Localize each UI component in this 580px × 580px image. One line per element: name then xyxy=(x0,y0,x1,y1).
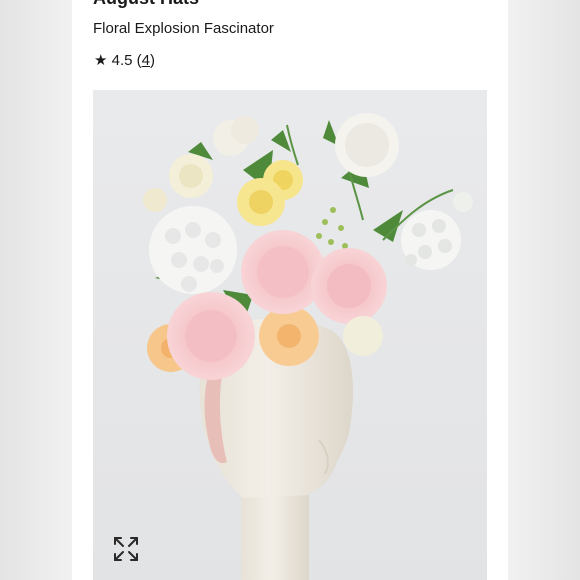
brand-name[interactable]: August Hats xyxy=(93,0,199,9)
left-background-panel xyxy=(0,0,72,580)
review-count-link[interactable]: (4) xyxy=(137,52,155,69)
product-image[interactable] xyxy=(93,90,487,580)
fascinator-photo xyxy=(93,90,487,580)
rating-value: 4.5 xyxy=(111,52,133,69)
expand-image-button[interactable] xyxy=(111,534,141,564)
product-card: August Hats Floral Explosion Fascinator … xyxy=(72,0,508,580)
expand-arrows-icon xyxy=(114,537,138,561)
right-background-panel xyxy=(508,0,580,580)
product-rating: ★ 4.5 (4) xyxy=(94,51,155,69)
product-title: Floral Explosion Fascinator xyxy=(93,20,274,37)
star-icon: ★ xyxy=(94,52,108,69)
